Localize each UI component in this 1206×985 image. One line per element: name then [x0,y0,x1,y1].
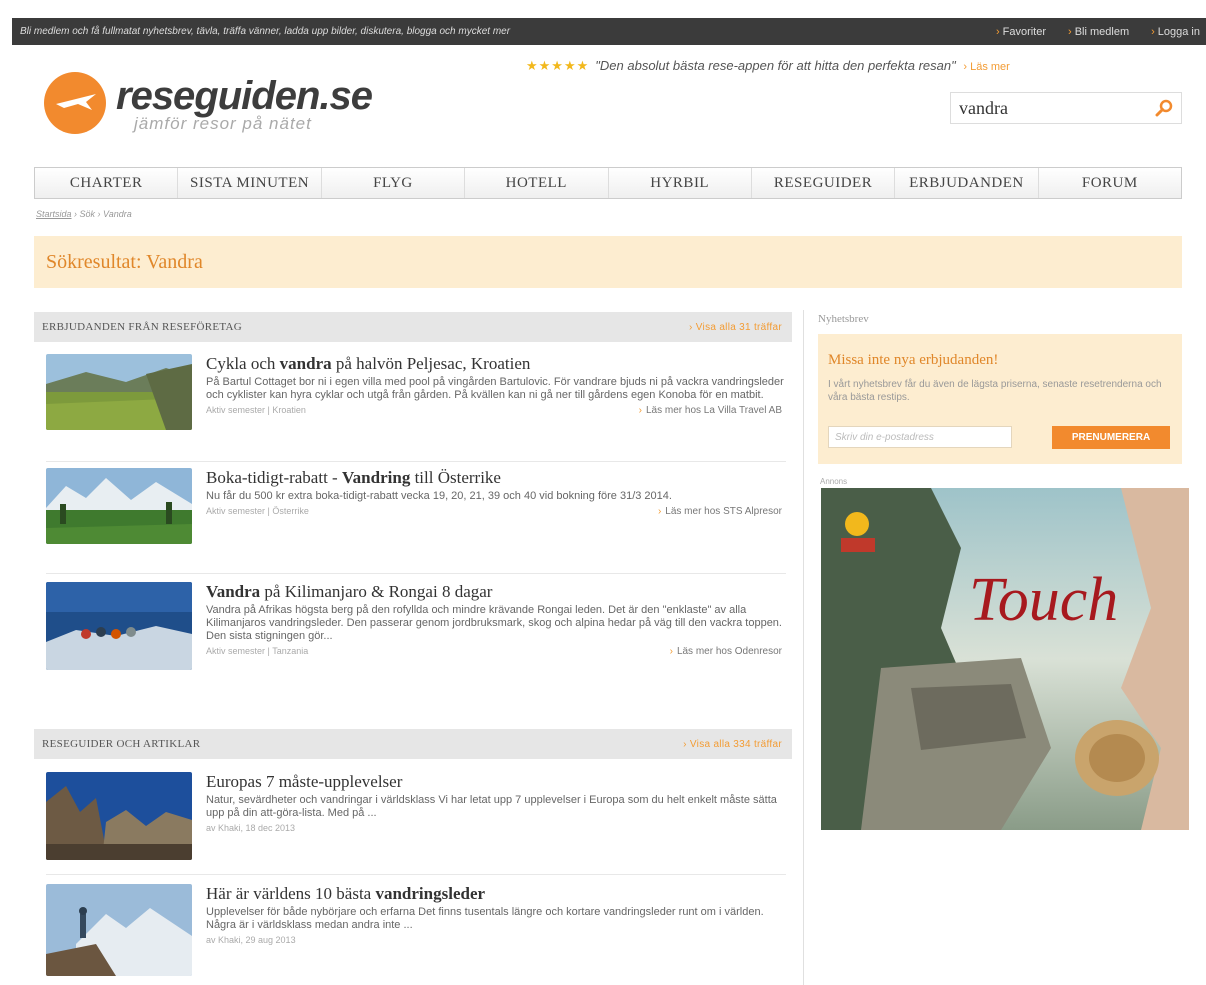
offers-section-header: ERBJUDANDEN FRÅN RESEFÖRETAG › Visa alla… [34,312,792,342]
nav-charter[interactable]: CHARTER [35,168,179,198]
guides-section-header: RESEGUIDER OCH ARTIKLAR › Visa alla 334 … [34,729,792,759]
breadcrumb-current: Vandra [103,209,132,219]
nav-flyg[interactable]: FLYG [322,168,466,198]
breadcrumb-home[interactable]: Startsida [36,209,72,219]
search-value[interactable]: vandra [959,98,1008,119]
favorites-link[interactable]: › Favoriter [996,26,1046,38]
newsletter-box: Missa inte nya erbjudanden! I vårt nyhet… [818,334,1182,464]
arrow-icon: › [995,25,1000,38]
page-title: Sökresultat: Vandra [34,236,1182,288]
guides-heading: RESEGUIDER OCH ARTIKLAR [42,738,201,750]
article-meta: av Khaki, 29 aug 2013 [206,935,296,945]
offer-read-more-link[interactable]: › Läs mer hos STS Alpresor [658,506,782,517]
arrow-icon: › [1068,25,1072,38]
offer-description: Nu får du 500 kr extra boka-tidigt-rabat… [206,490,672,502]
login-link[interactable]: › Logga in [1151,26,1200,38]
article-thumbnail[interactable] [46,884,192,976]
divider [46,461,786,462]
arrow-icon: › [689,321,693,333]
arrow-icon: › [1151,25,1155,38]
arrow-icon: › [683,738,687,750]
offer-thumbnail[interactable] [46,582,192,670]
main-nav: CHARTER SISTA MINUTEN FLYG HOTELL HYRBIL… [34,167,1182,199]
ad-text: Touch [969,566,1118,634]
logo-tagline: jämför resor på nätet [134,114,312,133]
offer-meta: Aktiv semester | Österrike [206,506,309,516]
rating-stars: ★★★★★ [526,58,590,73]
nav-reseguider[interactable]: RESEGUIDER [752,168,896,198]
offer-read-more-link[interactable]: › Läs mer hos Odenresor [670,646,782,657]
top-bar: Bli medlem och få fullmatat nyhetsbrev, … [12,18,1206,45]
nav-erbjudanden[interactable]: ERBJUDANDEN [895,168,1039,198]
article-description: Natur, sevärdheter och vandringar i värl… [206,794,777,819]
divider [46,573,786,574]
quote-text: "Den absolut bästa rese-appen för att hi… [595,58,956,73]
offer-title[interactable]: Cykla och vandra på halvön Peljesac, Kro… [206,354,786,374]
offer-description: Vandra på Afrikas högsta berg på den rof… [206,604,782,642]
plane-icon [56,94,96,110]
article-thumbnail[interactable] [46,772,192,860]
advertisement-banner[interactable]: Touch [821,488,1189,830]
offer-thumbnail[interactable] [46,468,192,544]
article-title[interactable]: Här är världens 10 bästa vandringsleder [206,884,786,904]
nav-hotell[interactable]: HOTELL [465,168,609,198]
offers-heading: ERBJUDANDEN FRÅN RESEFÖRETAG [42,321,243,333]
breadcrumb: Startsida › Sök › Vandra [36,209,132,219]
email-field[interactable]: Skriv din e-postadress [828,426,1012,448]
column-divider [803,310,804,985]
newsletter-label: Nyhetsbrev [818,313,869,325]
article-title[interactable]: Europas 7 måste-upplevelser [206,772,786,792]
article-meta: av Khaki, 18 dec 2013 [206,823,296,833]
offer-read-more-link[interactable]: › Läs mer hos La Villa Travel AB [639,405,782,416]
newsletter-title: Missa inte nya erbjudanden! [828,352,999,368]
offer-description: På Bartul Cottaget bor ni i egen villa m… [206,376,784,401]
offer-title[interactable]: Vandra på Kilimanjaro & Rongai 8 dagar [206,582,786,602]
article-description: Upplevelser för både nybörjare och erfar… [206,906,764,931]
nav-sista-minuten[interactable]: SISTA MINUTEN [178,168,322,198]
guides-view-all-link[interactable]: › Visa alla 334 träffar [683,739,782,750]
logo-text: reseguiden.se [116,74,373,118]
ad-image[interactable]: Touch [821,488,1189,830]
divider [46,874,786,875]
nav-forum[interactable]: FORUM [1039,168,1181,198]
read-more-link[interactable]: › Läs mer [963,61,1009,73]
search-input[interactable]: vandra [950,92,1182,124]
offers-view-all-link[interactable]: › Visa alla 31 träffar [689,322,782,333]
breadcrumb-search[interactable]: Sök [80,209,96,219]
member-tagline[interactable]: Bli medlem och få fullmatat nyhetsbrev, … [20,26,510,37]
newsletter-description: I vårt nyhetsbrev får du även de lägsta … [828,379,1162,403]
become-member-link[interactable]: › Bli medlem [1068,26,1129,38]
ad-label: Annons [820,477,848,486]
offer-thumbnail[interactable] [46,354,192,430]
subscribe-button[interactable]: PRENUMERERA [1052,426,1170,449]
offer-meta: Aktiv semester | Tanzania [206,646,309,656]
app-quote: ★★★★★ "Den absolut bästa rese-appen för a… [526,58,1010,74]
offer-title[interactable]: Boka-tidigt-rabatt - Vandring till Öster… [206,468,786,488]
site-logo[interactable]: reseguiden.se jämför resor på nätet [44,70,424,140]
nav-hyrbil[interactable]: HYRBIL [609,168,752,198]
offer-meta: Aktiv semester | Kroatien [206,405,306,415]
search-icon[interactable] [1155,99,1173,117]
